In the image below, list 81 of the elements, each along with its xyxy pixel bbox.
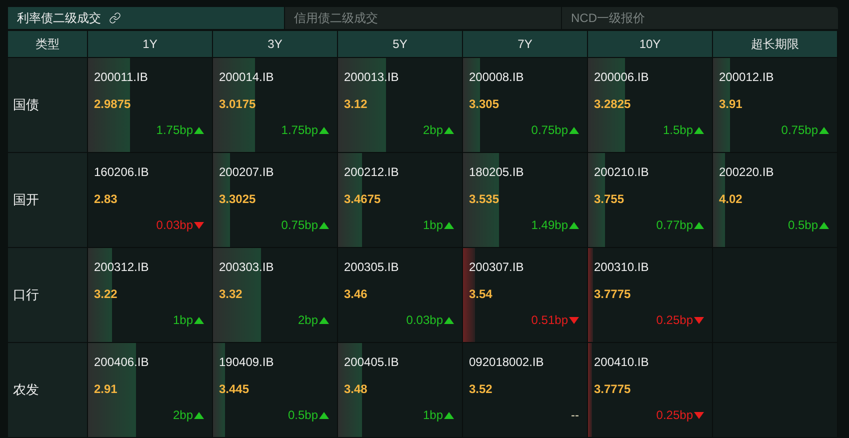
column-header: 10Y [588,31,712,57]
bond-code: 200305.IB [344,259,399,275]
change-value: 1bp [422,217,443,233]
bond-code: 200312.IB [94,259,149,275]
yield-value: 3.22 [94,286,118,302]
change-value: -- [571,407,579,423]
bond-code: 190409.IB [219,354,274,370]
yield-value: 3.2825 [594,96,631,112]
change-value: 1.75bp [156,122,193,138]
tab[interactable]: 利率债二级成交 [8,7,284,29]
yield-value: 3.52 [469,381,492,397]
bond-code: 200310.IB [594,259,649,275]
bond-code: 200307.IB [469,259,524,275]
change-value: 0.75bp [531,122,568,138]
yield-value: 2.9875 [94,96,131,112]
yield-value: 3.12 [344,96,368,112]
bond-code: 200220.IB [719,164,774,180]
bond-code: 200405.IB [344,354,399,370]
yield-value: 3.32 [219,286,242,302]
yield-value: 3.3025 [219,191,256,207]
change-value: 2bp [298,312,318,328]
change-value: 0.75bp [281,217,318,233]
bond-code: 200207.IB [219,164,274,180]
yield-value: 3.0175 [219,96,256,112]
yield-value: 3.445 [219,381,250,397]
column-header: 类型 [8,31,87,57]
change-value: 2bp [172,407,193,423]
bond-code: 200006.IB [594,69,649,85]
bond-code: 200008.IB [469,69,524,85]
row-header: 国债 [8,58,87,152]
bond-code: 200303.IB [219,259,274,275]
change-value: 2bp [422,122,443,138]
column-header: 7Y [463,31,587,57]
bond-code: 200410.IB [594,354,649,370]
yield-value: 3.46 [344,286,368,302]
row-header: 口行 [8,248,87,342]
yield-value: 3.4675 [344,191,381,207]
yield-value: 3.54 [469,286,492,302]
bond-code: 200013.IB [344,69,399,85]
link-icon[interactable] [109,12,121,24]
bond-code: 200406.IB [94,354,149,370]
change-value: 0.03bp [156,217,193,233]
bond-code: 180205.IB [469,164,524,180]
bond-code: 160206.IB [94,164,149,180]
bond-code: 200011.IB [94,69,148,85]
yield-value: 3.7775 [594,286,631,302]
yield-value: 4.02 [719,191,742,207]
bond-code: 200210.IB [594,164,649,180]
change-value: 0.51bp [531,312,568,328]
change-value: 0.5bp [788,217,818,233]
tab[interactable]: NCD一级报价 [562,7,838,29]
column-header: 1Y [88,31,212,57]
yield-value: 2.83 [94,191,118,207]
change-value: 0.77bp [656,217,693,233]
bond-code: 200212.IB [344,164,399,180]
row-header: 国开 [8,153,87,247]
column-header: 5Y [338,31,462,57]
yield-value: 3.7775 [594,381,631,397]
change-value: 0.25bp [656,407,693,423]
bond-code: 200014.IB [219,69,274,85]
change-value: 1.5bp [662,122,693,138]
change-value: 0.25bp [656,312,693,328]
change-value: 1.49bp [531,217,568,233]
row-header: 农发 [8,343,87,437]
tab[interactable]: 信用债二级成交 [285,7,561,29]
bond-code: 200012.IB [719,69,774,85]
change-value: 0.5bp [288,407,318,423]
yield-value: 3.535 [469,191,500,207]
yield-value: 3.48 [344,381,368,397]
yield-value: 3.755 [594,191,624,207]
yield-value: 3.305 [469,96,500,112]
bond-code: 092018002.IB [469,354,544,370]
change-value: 1.75bp [281,122,318,138]
change-value: 0.03bp [406,312,443,328]
column-header: 3Y [213,31,337,57]
change-value: 0.75bp [781,122,818,138]
yield-value: 3.91 [719,96,742,112]
change-value: 1bp [422,407,443,423]
column-header: 超长期限 [713,31,837,57]
yield-value: 2.91 [94,381,118,397]
change-value: 1bp [172,312,193,328]
